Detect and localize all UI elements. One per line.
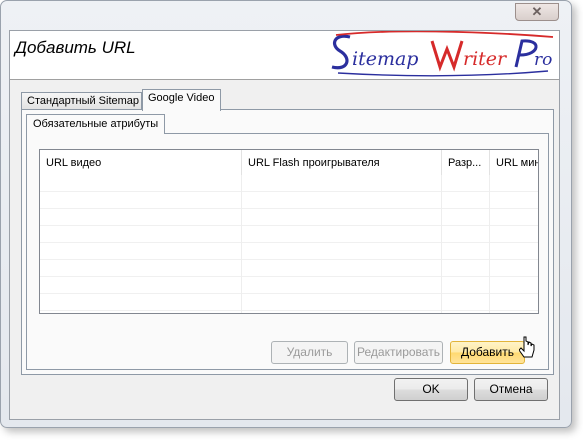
- table-cell[interactable]: [490, 277, 538, 294]
- column-header-video-url[interactable]: URL видео: [40, 150, 242, 175]
- close-icon: ✕: [531, 4, 543, 19]
- tab-label: Обязательные атрибуты: [33, 118, 159, 130]
- table-cell[interactable]: [40, 294, 242, 311]
- table-cell[interactable]: [442, 175, 490, 192]
- column-header-flash-player-url[interactable]: URL Flash проигрывателя: [242, 150, 442, 175]
- dialog-client-area: Добавить URL itemap riter ro Стандартный…: [9, 30, 560, 420]
- table-row[interactable]: [40, 209, 538, 226]
- table-cell[interactable]: [442, 294, 490, 311]
- tab-label: Google Video: [148, 92, 215, 104]
- table-cell[interactable]: [242, 294, 442, 311]
- video-url-grid[interactable]: URL видео URL Flash проигрывателя Разр..…: [39, 149, 539, 314]
- required-attributes-panel: URL видео URL Flash проигрывателя Разр..…: [26, 133, 549, 370]
- edit-button[interactable]: Редактировать: [354, 341, 443, 364]
- table-cell[interactable]: [40, 192, 242, 209]
- table-cell[interactable]: [242, 226, 442, 243]
- table-cell[interactable]: [40, 277, 242, 294]
- table-row[interactable]: [40, 277, 538, 294]
- table-cell[interactable]: [40, 311, 242, 313]
- table-row[interactable]: [40, 226, 538, 243]
- table-cell[interactable]: [490, 192, 538, 209]
- window-frame: ✕ Добавить URL itemap riter ro Стандартн…: [0, 0, 572, 428]
- cancel-button[interactable]: Отмена: [474, 378, 548, 401]
- table-cell[interactable]: [442, 209, 490, 226]
- table-cell[interactable]: [442, 277, 490, 294]
- table-cell[interactable]: [442, 243, 490, 260]
- mouse-pointer-icon: [518, 336, 537, 360]
- table-row[interactable]: [40, 175, 538, 192]
- table-cell[interactable]: [242, 175, 442, 192]
- table-row[interactable]: [40, 294, 538, 311]
- svg-text:ro: ro: [534, 50, 552, 70]
- grid-header: URL видео URL Flash проигрывателя Разр..…: [40, 150, 538, 175]
- delete-button[interactable]: Удалить: [271, 341, 348, 364]
- svg-text:riter: riter: [463, 48, 508, 70]
- window-close-button[interactable]: ✕: [515, 3, 559, 21]
- table-cell[interactable]: [242, 192, 442, 209]
- table-cell[interactable]: [490, 209, 538, 226]
- table-cell[interactable]: [490, 294, 538, 311]
- table-cell[interactable]: [442, 192, 490, 209]
- table-cell[interactable]: [40, 226, 242, 243]
- table-cell[interactable]: [490, 175, 538, 192]
- table-cell[interactable]: [442, 311, 490, 313]
- tab-label: Стандартный Sitemap: [27, 95, 140, 107]
- dialog-header: Добавить URL itemap riter ro: [10, 30, 559, 80]
- table-cell[interactable]: [242, 311, 442, 313]
- table-cell[interactable]: [490, 226, 538, 243]
- table-cell[interactable]: [242, 260, 442, 277]
- dialog-title: Добавить URL: [15, 38, 136, 57]
- table-row[interactable]: [40, 192, 538, 209]
- table-cell[interactable]: [40, 175, 242, 192]
- add-button[interactable]: Добавить: [450, 341, 525, 364]
- table-cell[interactable]: [490, 243, 538, 260]
- tab-google-video[interactable]: Google Video: [142, 89, 221, 111]
- table-cell[interactable]: [40, 209, 242, 226]
- ok-button[interactable]: OK: [394, 378, 468, 401]
- tab-standard-sitemap[interactable]: Стандартный Sitemap: [21, 92, 142, 110]
- table-row[interactable]: [40, 243, 538, 260]
- grid-body: [40, 175, 538, 313]
- table-cell[interactable]: [40, 243, 242, 260]
- table-cell[interactable]: [242, 277, 442, 294]
- table-cell[interactable]: [442, 226, 490, 243]
- column-header-resolution[interactable]: Разр...: [442, 150, 490, 175]
- table-cell[interactable]: [40, 260, 242, 277]
- tab-required-attributes[interactable]: Обязательные атрибуты: [26, 114, 166, 134]
- table-row[interactable]: [40, 260, 538, 277]
- svg-text:itemap: itemap: [352, 48, 418, 70]
- table-cell[interactable]: [490, 311, 538, 313]
- table-cell[interactable]: [242, 243, 442, 260]
- google-video-panel: Обязательные атрибуты URL видео URL Flas…: [21, 109, 554, 375]
- table-cell[interactable]: [442, 260, 490, 277]
- sitemap-writer-pro-logo: itemap riter ro: [328, 30, 558, 79]
- table-cell[interactable]: [490, 260, 538, 277]
- table-row[interactable]: [40, 311, 538, 313]
- column-header-thumbnail-url[interactable]: URL мин...: [490, 150, 538, 175]
- table-cell[interactable]: [242, 209, 442, 226]
